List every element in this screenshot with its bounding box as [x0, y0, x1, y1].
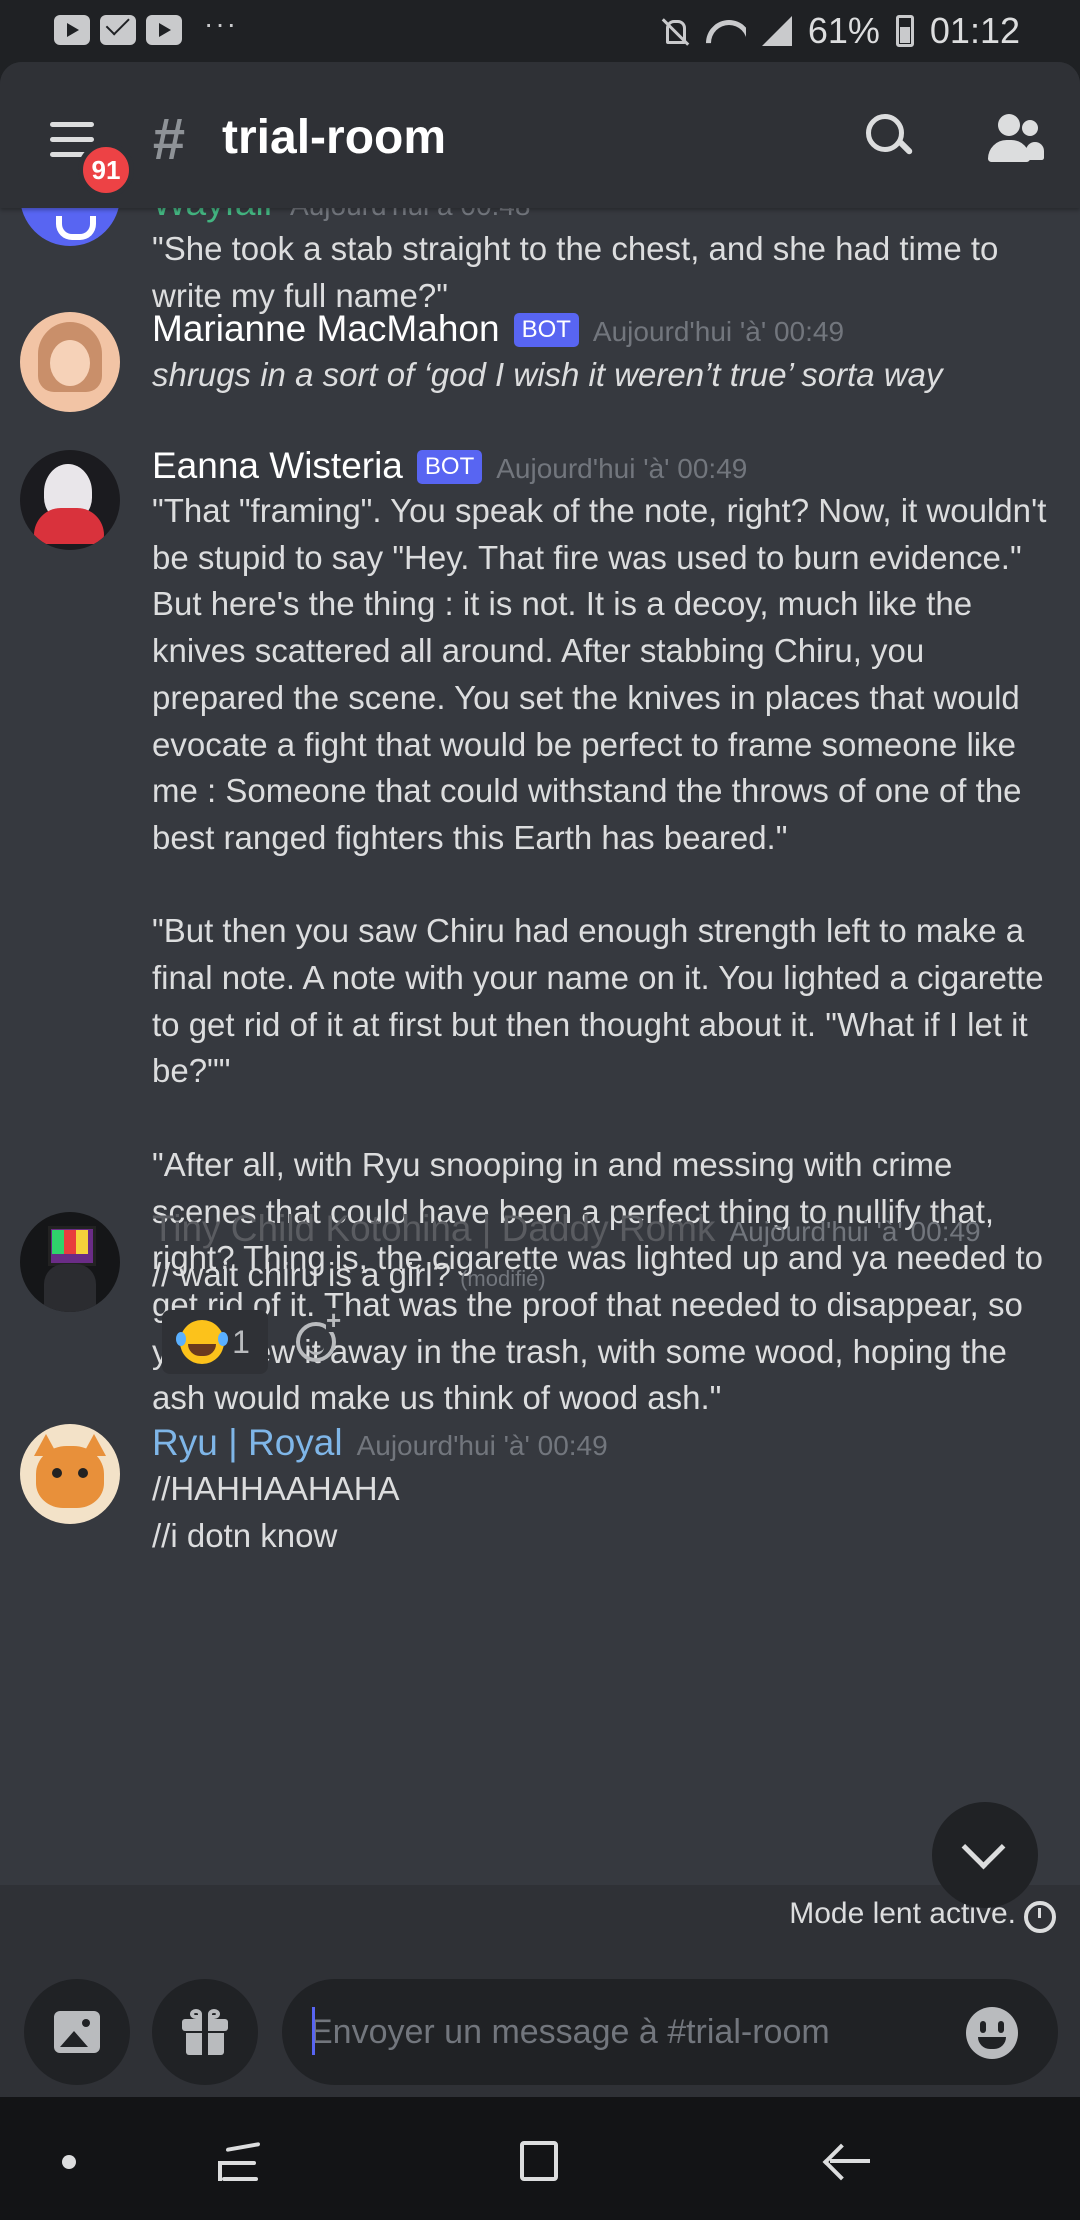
author-name[interactable]: Tiny Child Kotohina | Daddy Romk — [152, 1208, 716, 1250]
author-name[interactable]: Wayfair — [152, 208, 276, 224]
timestamp: Aujourd'hui 'à' 00:49 — [496, 453, 748, 484]
reaction-button[interactable]: 1 — [162, 1310, 268, 1374]
clock: 01:12 — [929, 10, 1020, 51]
bot-tag: BOT — [513, 313, 579, 347]
search-icon[interactable] — [866, 114, 906, 154]
channel-hash-icon: # — [152, 107, 185, 172]
system-nav-bar — [0, 2097, 1080, 2220]
battery-icon — [895, 15, 914, 47]
timestamp: Aujourd'hui 'à' 00:49 — [356, 1430, 608, 1461]
more-notifications-icon: ··· — [204, 8, 238, 39]
back-icon[interactable] — [822, 2141, 870, 2185]
timestamp: Aujourd'hui 'à' 00:49 — [729, 1216, 981, 1247]
message-composer — [0, 1947, 1080, 2097]
wifi-icon — [706, 14, 746, 48]
add-reaction-icon[interactable] — [296, 1308, 342, 1362]
discord-app: 91 # trial-room Wayfair Aujourd'hui à 00… — [0, 62, 1080, 2097]
emoji-picker-icon[interactable] — [966, 2007, 1018, 2059]
avatar[interactable] — [20, 1424, 120, 1524]
channel-header: 91 # trial-room — [0, 62, 1080, 208]
avatar[interactable] — [20, 312, 120, 412]
mention-badge: 91 — [78, 142, 134, 198]
message-text: shrugs in a sort of ‘god I wish it weren… — [152, 356, 943, 393]
message-text: "She took a stab straight to the chest, … — [152, 230, 1008, 314]
battery-percent: 61% — [807, 10, 880, 51]
bot-tag: BOT — [416, 450, 483, 484]
jump-to-bottom-button[interactable] — [932, 1802, 1038, 1908]
status-bar: ··· 61% 01:12 — [0, 0, 1080, 62]
author-name[interactable]: Marianne MacMahon — [152, 308, 500, 350]
message-list[interactable]: Wayfair Aujourd'hui à 00:48 "She took a … — [0, 208, 1080, 1885]
timestamp: Aujourd'hui à 00:48 — [290, 208, 530, 222]
home-icon[interactable] — [520, 2141, 558, 2181]
text-caret — [312, 2007, 315, 2055]
avatar[interactable] — [20, 450, 120, 550]
message-input[interactable] — [282, 1979, 1058, 2085]
members-icon[interactable] — [986, 114, 1044, 164]
message-text: // wait chiru is a girl? (modifié) — [152, 1256, 546, 1293]
mail-notification-icon — [100, 15, 136, 45]
timer-icon — [1024, 1901, 1056, 1933]
message-text: //HAHHAAHAHA //i dotn know — [152, 1470, 400, 1554]
tears-of-joy-emoji-icon — [176, 1320, 225, 1364]
edited-label: (modifié) — [460, 1266, 546, 1291]
recents-icon[interactable] — [218, 2141, 262, 2181]
gift-icon — [182, 2009, 228, 2055]
image-icon — [54, 2011, 100, 2053]
reaction-count: 1 — [232, 1323, 250, 1360]
nav-dot-icon[interactable] — [62, 2155, 76, 2169]
youtube-notification-icon — [54, 15, 90, 45]
slow-mode-bar: Mode lent activé. — [0, 1885, 1080, 1947]
signal-icon — [761, 16, 792, 46]
avatar[interactable] — [20, 1212, 120, 1312]
attach-image-button[interactable] — [24, 1979, 130, 2085]
author-name[interactable]: Ryu | Royal — [152, 1422, 343, 1464]
avatar[interactable] — [20, 208, 120, 246]
gift-button[interactable] — [152, 1979, 258, 2085]
youtube-notification-icon-2 — [146, 15, 182, 45]
mute-icon — [660, 16, 690, 46]
author-name[interactable]: Eanna Wisteria — [152, 445, 403, 487]
channel-title: trial-room — [222, 111, 447, 164]
timestamp: Aujourd'hui 'à' 00:49 — [592, 316, 845, 347]
